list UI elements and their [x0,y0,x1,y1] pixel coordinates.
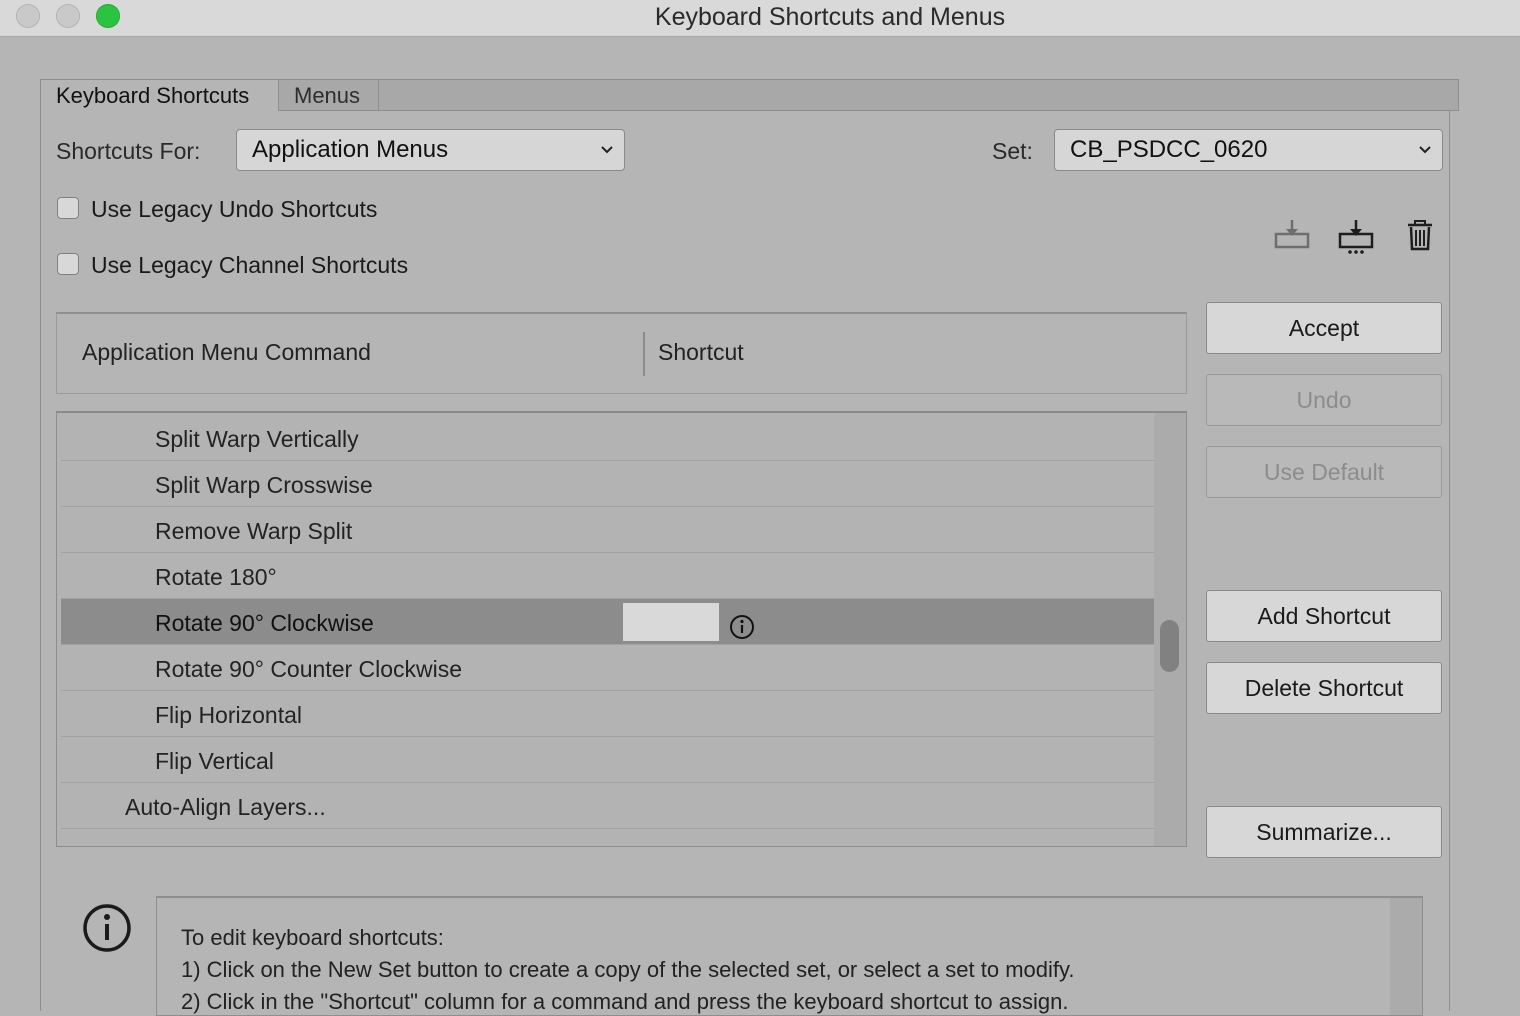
command-label: Split Warp Vertically [155,426,359,452]
tab-menus[interactable]: Menus [279,80,379,111]
command-label: Split Warp Crosswise [155,472,373,498]
trash-icon[interactable] [1400,216,1440,256]
help-line: 1) Click on the New Set button to create… [181,957,1075,982]
table-row[interactable]: Auto-Align Layers... [61,783,1155,829]
table-row-selected[interactable]: Rotate 90° Clockwise [61,599,1155,645]
shortcuts-for-label: Shortcuts For: [56,138,201,164]
shortcuts-for-select[interactable]: Application Menus [236,129,625,171]
table-row[interactable]: Split Warp Vertically [61,415,1155,461]
table-row[interactable]: Remove Warp Split [61,507,1155,553]
command-label: Rotate 90° Clockwise [155,610,374,636]
table-header: Application Menu Command Shortcut [56,312,1187,394]
title-bar: Keyboard Shortcuts and Menus [0,0,1520,37]
tab-strip: Keyboard Shortcuts Menus [40,79,1459,111]
command-rows: Split Warp Vertically Split Warp Crosswi… [61,415,1155,829]
chevron-down-icon [1418,130,1432,184]
help-scrollbar[interactable] [1390,898,1422,1015]
use-default-button[interactable]: Use Default [1206,446,1442,498]
shortcuts-for-value: Application Menus [252,136,449,163]
scroll-thumb[interactable] [1160,620,1179,672]
set-label: Set: [992,138,1033,164]
legacy-undo-checkbox[interactable] [57,197,79,219]
legacy-undo-label[interactable]: Use Legacy Undo Shortcuts [91,196,377,223]
chevron-down-icon [600,130,614,184]
table-row[interactable]: Flip Vertical [61,737,1155,783]
delete-shortcut-button[interactable]: Delete Shortcut [1206,662,1442,714]
shortcut-input[interactable] [623,603,719,641]
command-label: Rotate 90° Counter Clockwise [155,656,463,682]
command-list[interactable]: Split Warp Vertically Split Warp Crosswi… [56,411,1187,847]
table-row[interactable]: Rotate 180° [61,553,1155,599]
command-label: Flip Horizontal [155,702,302,728]
command-label: Rotate 180° [155,564,277,590]
info-icon[interactable] [729,608,755,639]
command-label: Flip Vertical [155,748,274,774]
command-label: Auto-Align Layers... [125,794,326,820]
save-set-icon[interactable] [1272,216,1312,256]
column-header-shortcut[interactable]: Shortcut [658,339,744,366]
accept-button[interactable]: Accept [1206,302,1442,354]
info-icon [82,903,132,953]
column-divider [643,332,645,376]
set-value: CB_PSDCC_0620 [1070,136,1268,163]
command-label: Remove Warp Split [155,518,353,544]
help-text-box: To edit keyboard shortcuts: 1) Click on … [156,896,1423,1016]
list-scrollbar[interactable] [1154,413,1186,846]
table-row[interactable]: Rotate 90° Counter Clockwise [61,645,1155,691]
help-line: 2) Click in the "Shortcut" column for a … [181,989,1069,1014]
legacy-channel-checkbox[interactable] [57,253,79,275]
table-row[interactable]: Split Warp Crosswise [61,461,1155,507]
window-title: Keyboard Shortcuts and Menus [654,3,1006,31]
summarize-button[interactable]: Summarize... [1206,806,1442,858]
legacy-channel-label[interactable]: Use Legacy Channel Shortcuts [91,252,408,279]
tab-keyboard-shortcuts[interactable]: Keyboard Shortcuts [41,80,279,111]
undo-button[interactable]: Undo [1206,374,1442,426]
column-header-command[interactable]: Application Menu Command [82,339,371,366]
set-select[interactable]: CB_PSDCC_0620 [1054,129,1443,171]
add-shortcut-button[interactable]: Add Shortcut [1206,590,1442,642]
help-line: To edit keyboard shortcuts: [181,925,444,950]
new-set-icon[interactable] [1336,216,1376,256]
table-row[interactable]: Flip Horizontal [61,691,1155,737]
